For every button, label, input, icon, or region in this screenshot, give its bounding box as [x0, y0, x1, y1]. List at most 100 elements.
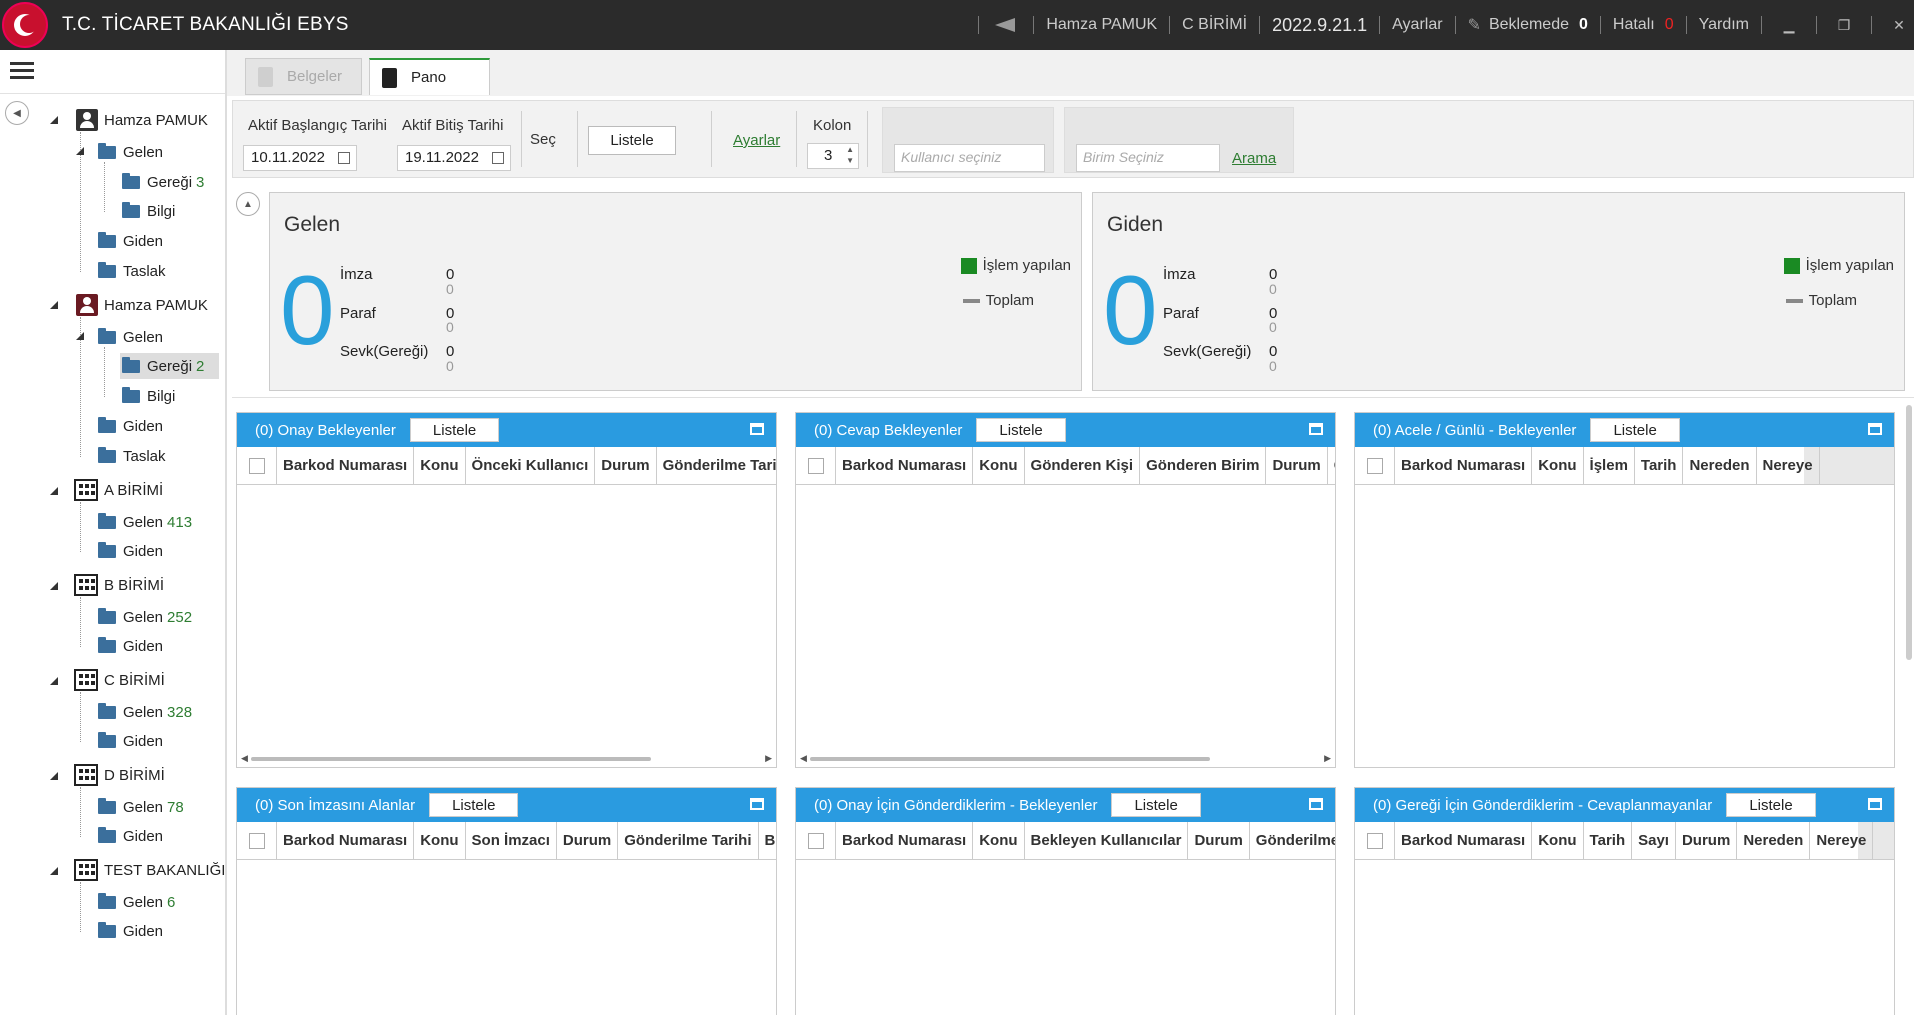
- column-header[interactable]: Nereden: [1683, 447, 1757, 484]
- horizontal-scrollbar[interactable]: ◀ ▶: [241, 753, 772, 763]
- column-header[interactable]: Durum: [557, 822, 619, 859]
- tree-gelen[interactable]: Gelen: [98, 139, 163, 165]
- select-all-checkbox[interactable]: [237, 447, 277, 484]
- tree-giden[interactable]: Giden: [98, 633, 163, 659]
- column-header[interactable]: Barkod Numarası: [836, 822, 974, 859]
- column-header[interactable]: Gönderilme T: [1250, 822, 1335, 859]
- column-header[interactable]: Konu: [973, 822, 1025, 859]
- tree-unit-node[interactable]: A BİRİMİ: [74, 477, 163, 503]
- megaphone-icon[interactable]: [991, 14, 1021, 36]
- tree-unit-node[interactable]: C BİRİMİ: [74, 667, 165, 693]
- column-header[interactable]: Konu: [973, 447, 1025, 484]
- tree-unit-node[interactable]: TEST BAKANLIĞI: [74, 857, 225, 883]
- column-header[interactable]: Durum: [1266, 447, 1328, 484]
- select-all-checkbox[interactable]: [796, 447, 836, 484]
- collapse-summary-button[interactable]: ▲: [236, 192, 260, 216]
- select-all-checkbox[interactable]: [796, 822, 836, 859]
- settings-link[interactable]: Ayarlar: [1392, 16, 1442, 34]
- tree-giden[interactable]: Giden: [98, 413, 163, 439]
- widget-list-button[interactable]: Listele: [1590, 418, 1680, 442]
- search-link[interactable]: Arama: [1232, 150, 1276, 167]
- minimize-button[interactable]: ▁: [1774, 17, 1804, 34]
- stepper-up-icon[interactable]: ▲: [846, 145, 854, 154]
- column-header[interactable]: Gönderilme Tarihi: [618, 822, 759, 859]
- sec-label[interactable]: Seç: [530, 131, 556, 148]
- tree-gelen[interactable]: Gelen 413: [98, 509, 192, 535]
- widget-list-button[interactable]: Listele: [1111, 793, 1201, 817]
- column-header[interactable]: Konu: [414, 447, 466, 484]
- current-user[interactable]: Hamza PAMUK: [1046, 16, 1157, 34]
- start-date-input[interactable]: 10.11.2022: [243, 145, 357, 171]
- column-header[interactable]: Tarih: [1635, 447, 1684, 484]
- maximize-icon[interactable]: [1868, 798, 1882, 810]
- tree-gelen[interactable]: Gelen 78: [98, 794, 184, 820]
- column-count-stepper[interactable]: 3 ▲ ▼: [807, 143, 859, 169]
- column-header[interactable]: Konu: [1532, 822, 1584, 859]
- column-header[interactable]: Durum: [1188, 822, 1250, 859]
- widget-list-button[interactable]: Listele: [409, 418, 500, 442]
- widget-list-button[interactable]: Listele: [429, 793, 519, 817]
- maximize-icon[interactable]: [750, 423, 764, 435]
- tree-gelen[interactable]: Gelen 252: [98, 604, 192, 630]
- column-header[interactable]: Barkod Numarası: [836, 447, 974, 484]
- calendar-icon[interactable]: [492, 152, 504, 164]
- settings-filter-link[interactable]: Ayarlar: [733, 132, 780, 149]
- tree-user-node[interactable]: Hamza PAMUK: [76, 292, 208, 318]
- stepper-down-icon[interactable]: ▼: [846, 156, 854, 165]
- column-header[interactable]: Tarih: [1584, 822, 1633, 859]
- column-header[interactable]: Bekleyen Kullanıcılar: [1025, 822, 1189, 859]
- horizontal-scrollbar[interactable]: ◀ ▶: [800, 753, 1331, 763]
- tree-giden[interactable]: Giden: [98, 728, 163, 754]
- column-header[interactable]: Gönderen Kişi: [1025, 447, 1141, 484]
- column-header[interactable]: Gönderilme Tarihi: [657, 447, 776, 484]
- maximize-icon[interactable]: [1309, 798, 1323, 810]
- tree-gelen[interactable]: Gelen: [98, 324, 163, 350]
- tree-geregi[interactable]: Gereği 3: [122, 169, 204, 195]
- tree-geregi-selected[interactable]: Gereği 2: [120, 353, 219, 379]
- calendar-icon[interactable]: [338, 152, 350, 164]
- column-header[interactable]: Önceki Kullanıcı: [466, 447, 596, 484]
- select-all-checkbox[interactable]: [1355, 447, 1395, 484]
- widget-list-button[interactable]: Listele: [976, 418, 1066, 442]
- restore-button[interactable]: ❐: [1829, 17, 1859, 34]
- tree-unit-node[interactable]: D BİRİMİ: [74, 762, 165, 788]
- unit-select-input[interactable]: Birim Seçiniz: [1076, 144, 1220, 172]
- tree-bilgi[interactable]: Bilgi: [122, 383, 175, 409]
- user-select-input[interactable]: Kullanıcı seçiniz: [894, 144, 1045, 172]
- column-header[interactable]: Belg: [759, 822, 777, 859]
- close-button[interactable]: ✕: [1884, 17, 1914, 34]
- error-label[interactable]: Hatalı: [1613, 16, 1655, 34]
- filter-list-button[interactable]: Listele: [588, 126, 676, 155]
- column-header[interactable]: İşlem: [1584, 447, 1635, 484]
- column-header[interactable]: Barkod Numarası: [277, 447, 415, 484]
- widget-list-button[interactable]: Listele: [1726, 793, 1816, 817]
- end-date-input[interactable]: 19.11.2022: [397, 145, 511, 171]
- tree-gelen[interactable]: Gelen 6: [98, 889, 175, 915]
- tree-giden[interactable]: Giden: [98, 918, 163, 944]
- column-header[interactable]: Sayı: [1632, 822, 1676, 859]
- column-header[interactable]: Gönderen Birim: [1140, 447, 1267, 484]
- column-header[interactable]: Konu: [414, 822, 466, 859]
- column-header[interactable]: Nereye: [1810, 822, 1874, 859]
- tree-giden[interactable]: Giden: [98, 538, 163, 564]
- maximize-icon[interactable]: [1868, 423, 1882, 435]
- column-header[interactable]: Son İmzacı: [466, 822, 557, 859]
- help-link[interactable]: Yardım: [1699, 16, 1749, 34]
- column-header[interactable]: Durum: [1676, 822, 1738, 859]
- tree-taslak[interactable]: Taslak: [98, 258, 166, 284]
- tree-unit-node[interactable]: B BİRİMİ: [74, 572, 164, 598]
- tree-user-node[interactable]: Hamza PAMUK: [76, 107, 208, 133]
- select-all-checkbox[interactable]: [1355, 822, 1395, 859]
- column-header[interactable]: Konu: [1532, 447, 1584, 484]
- column-header[interactable]: Barkod Numarası: [1395, 822, 1533, 859]
- maximize-icon[interactable]: [750, 798, 764, 810]
- tab-pano[interactable]: Pano: [369, 58, 490, 95]
- hamburger-menu-icon[interactable]: [10, 62, 34, 82]
- tree-giden[interactable]: Giden: [98, 228, 163, 254]
- select-all-checkbox[interactable]: [237, 822, 277, 859]
- column-header[interactable]: Gö: [1328, 447, 1335, 484]
- tree-bilgi[interactable]: Bilgi: [122, 198, 175, 224]
- pending-label[interactable]: Beklemede: [1489, 16, 1569, 34]
- collapse-tree-button[interactable]: ◀: [5, 101, 29, 125]
- current-unit[interactable]: C BİRİMİ: [1182, 16, 1247, 34]
